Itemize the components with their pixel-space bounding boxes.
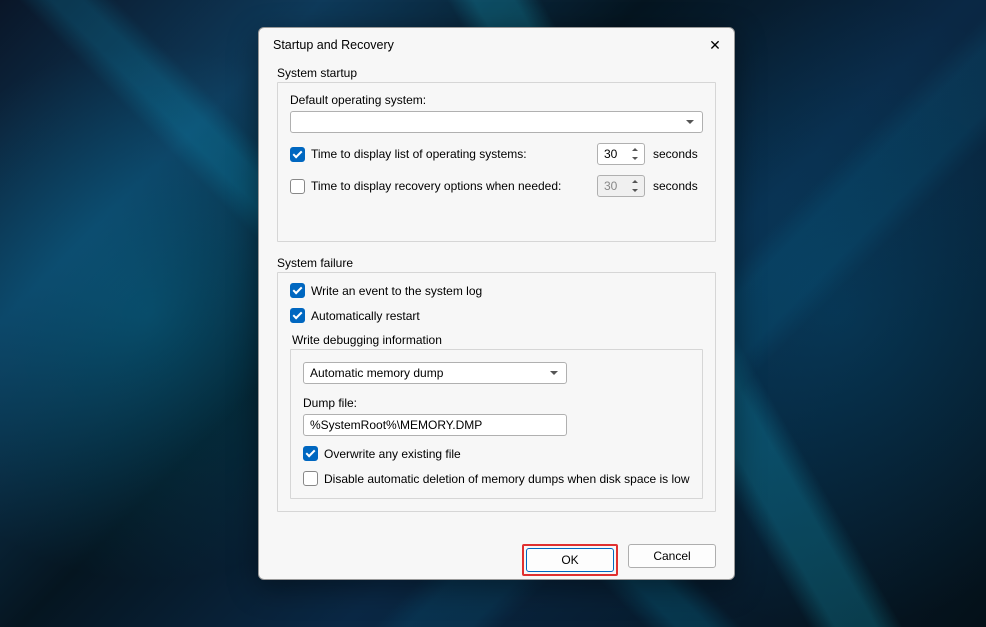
system-failure-legend: System failure xyxy=(277,256,716,270)
time-list-unit: seconds xyxy=(653,147,703,161)
system-startup-legend: System startup xyxy=(277,66,716,80)
time-recovery-label: Time to display recovery options when ne… xyxy=(311,179,561,193)
startup-recovery-dialog: Startup and Recovery ✕ System startup De… xyxy=(258,27,735,580)
time-recovery-value: 30 xyxy=(604,179,617,193)
default-os-label: Default operating system: xyxy=(290,93,703,107)
spinner-arrows-icon xyxy=(628,177,642,195)
dump-file-label: Dump file: xyxy=(303,396,690,410)
debug-info-legend: Write debugging information xyxy=(292,333,703,347)
ok-highlight: OK xyxy=(522,544,618,576)
time-list-spinner[interactable]: 30 xyxy=(597,143,645,165)
disable-auto-delete-checkbox[interactable] xyxy=(303,471,318,486)
dump-type-combo[interactable]: Automatic memory dump xyxy=(303,362,567,384)
auto-restart-checkbox[interactable] xyxy=(290,308,305,323)
overwrite-label: Overwrite any existing file xyxy=(324,447,461,461)
system-startup-group: Default operating system: Time to displa… xyxy=(277,82,716,242)
write-event-checkbox[interactable] xyxy=(290,283,305,298)
overwrite-checkbox[interactable] xyxy=(303,446,318,461)
ok-button[interactable]: OK xyxy=(526,548,614,572)
dialog-title: Startup and Recovery xyxy=(273,38,394,52)
default-os-dropdown[interactable] xyxy=(290,111,703,133)
dump-type-value: Automatic memory dump xyxy=(310,366,443,380)
time-recovery-spinner: 30 xyxy=(597,175,645,197)
time-recovery-unit: seconds xyxy=(653,179,703,193)
time-recovery-checkbox[interactable] xyxy=(290,179,305,194)
spinner-arrows-icon[interactable] xyxy=(628,145,642,163)
disable-auto-delete-label: Disable automatic deletion of memory dum… xyxy=(324,472,690,486)
time-list-checkbox[interactable] xyxy=(290,147,305,162)
dialog-content: System startup Default operating system:… xyxy=(259,62,734,536)
dialog-buttons: OK Cancel xyxy=(259,536,734,590)
write-event-label: Write an event to the system log xyxy=(311,284,482,298)
dump-file-input[interactable]: %SystemRoot%\MEMORY.DMP xyxy=(303,414,567,436)
cancel-button[interactable]: Cancel xyxy=(628,544,716,568)
titlebar: Startup and Recovery ✕ xyxy=(259,28,734,62)
time-list-label: Time to display list of operating system… xyxy=(311,147,527,161)
close-icon[interactable]: ✕ xyxy=(706,36,724,54)
time-list-value: 30 xyxy=(604,147,617,161)
debug-info-group: Automatic memory dump Dump file: %System… xyxy=(290,349,703,499)
dump-file-value: %SystemRoot%\MEMORY.DMP xyxy=(310,418,482,432)
auto-restart-label: Automatically restart xyxy=(311,309,420,323)
system-failure-group: Write an event to the system log Automat… xyxy=(277,272,716,512)
